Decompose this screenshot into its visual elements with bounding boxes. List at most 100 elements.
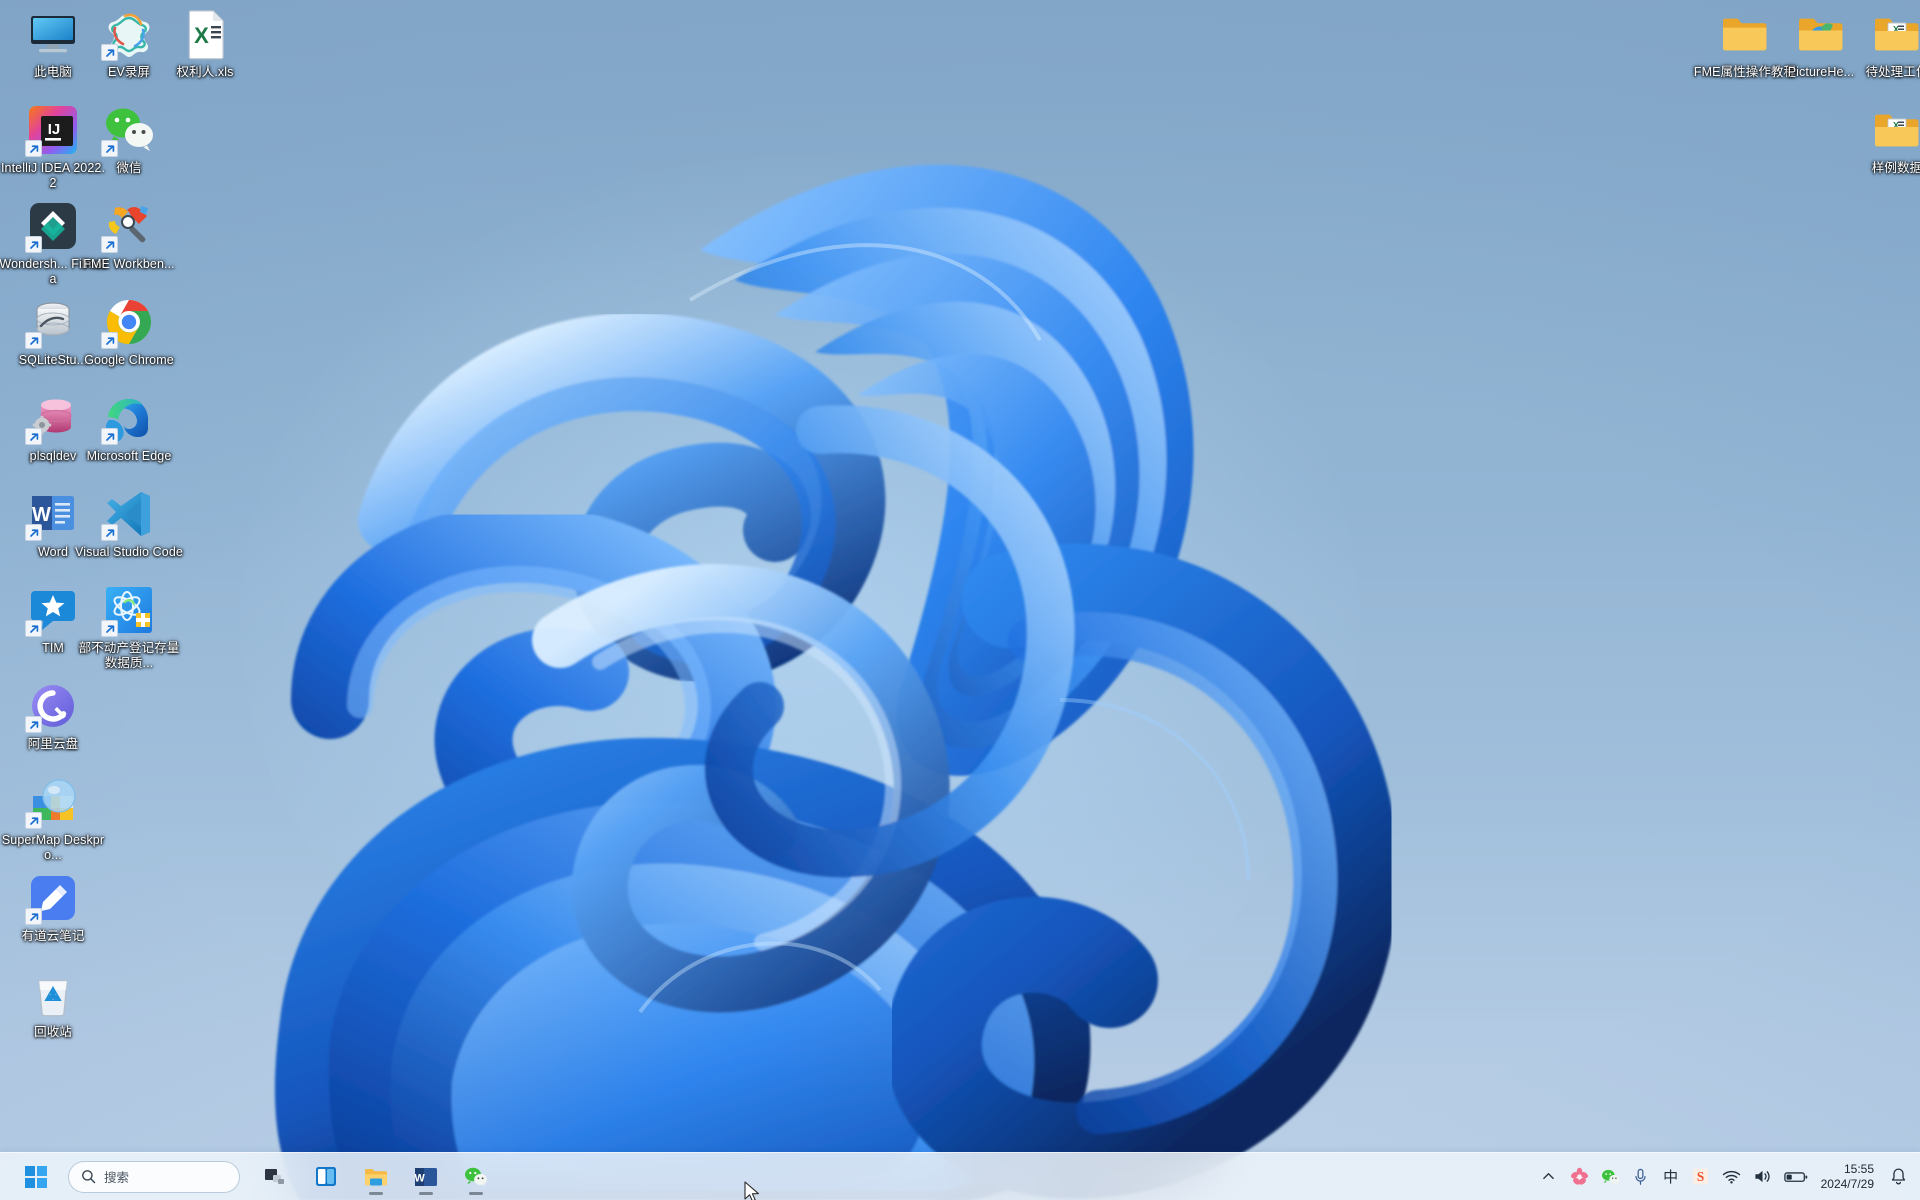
desktop-icon-label: plsqldev bbox=[29, 449, 77, 463]
tray-item-battery[interactable] bbox=[1779, 1159, 1813, 1195]
svg-text:S: S bbox=[1697, 1169, 1704, 1184]
shortcut-overlay-icon bbox=[25, 332, 42, 349]
desktop-icon-label: 部不动产登记存量数据质... bbox=[78, 641, 180, 670]
wallpaper-bloom-graphic bbox=[240, 150, 1398, 1200]
desktop-icon-wechat[interactable]: 微信 bbox=[74, 104, 184, 176]
desktop-icon-aliyun-drive[interactable]: 阿里云盘 bbox=[0, 680, 108, 752]
tray-item-network[interactable] bbox=[1717, 1159, 1746, 1195]
sogou-icon: S bbox=[1693, 1168, 1709, 1185]
desktop-icon-label: FME Workben... bbox=[83, 257, 175, 271]
tray-item-wechat[interactable] bbox=[1596, 1159, 1625, 1195]
shortcut-overlay-icon bbox=[25, 812, 42, 829]
desktop-icon-label: 阿里云盘 bbox=[27, 737, 79, 751]
desktop-icon-label: Microsoft Edge bbox=[86, 449, 172, 463]
sqlite-studio-icon bbox=[25, 296, 79, 349]
realestate-registry-app-icon bbox=[101, 584, 155, 637]
tray-item-ime-chinese[interactable]: 中 bbox=[1657, 1159, 1685, 1195]
chevron-up-icon bbox=[1543, 1173, 1554, 1180]
folder-documents-icon: X bbox=[1871, 104, 1920, 156]
tim-icon bbox=[25, 584, 79, 637]
desktop-icon-label: 回收站 bbox=[34, 1025, 72, 1039]
start-button[interactable] bbox=[14, 1157, 58, 1197]
aliyun-drive-icon bbox=[25, 680, 79, 733]
task-view-icon bbox=[265, 1168, 284, 1184]
folder-documents-icon: X bbox=[1871, 8, 1920, 60]
search-icon bbox=[82, 1170, 96, 1184]
visual-studio-code-icon bbox=[101, 488, 155, 541]
taskbar-item-widgets[interactable] bbox=[304, 1157, 348, 1197]
tray-item-volume[interactable] bbox=[1748, 1159, 1777, 1195]
desktop-icon-label: 有道云笔记 bbox=[21, 929, 85, 943]
svg-text:W: W bbox=[32, 504, 51, 526]
desktop-icon-label: TIM bbox=[42, 641, 64, 655]
desktop-wallpaper[interactable] bbox=[0, 0, 1920, 1200]
desktop-icon-label: Visual Studio Code bbox=[75, 545, 183, 559]
flower-tray-icon bbox=[1570, 1167, 1588, 1185]
youdao-note-icon bbox=[25, 872, 79, 925]
desktop-icon-label: 微信 bbox=[116, 161, 142, 175]
desktop-icon-folder-documents[interactable]: X 样例数据 bbox=[1842, 104, 1920, 176]
desktop-icon-folder-documents[interactable]: X 待处理工作 bbox=[1842, 8, 1920, 80]
shortcut-overlay-icon bbox=[25, 620, 42, 637]
wifi-icon bbox=[1722, 1170, 1740, 1184]
widgets-icon bbox=[316, 1167, 336, 1186]
volume-icon bbox=[1755, 1170, 1770, 1183]
search-placeholder: 搜索 bbox=[104, 1171, 130, 1185]
desktop-icon-microsoft-edge[interactable]: Microsoft Edge bbox=[74, 392, 184, 464]
shortcut-overlay-icon bbox=[101, 44, 118, 61]
ev-recorder-icon bbox=[101, 8, 155, 61]
bell-icon bbox=[1891, 1168, 1905, 1185]
tray-item-sogou[interactable]: S bbox=[1687, 1159, 1715, 1195]
wechat-icon bbox=[101, 104, 155, 157]
shortcut-overlay-icon bbox=[101, 524, 118, 541]
shortcut-overlay-icon bbox=[25, 908, 42, 925]
desktop-icon-label: 待处理工作 bbox=[1865, 65, 1920, 79]
taskbar-item-wechat[interactable] bbox=[454, 1157, 498, 1197]
filmora-icon bbox=[25, 200, 79, 253]
desktop-icon-label: 此电脑 bbox=[34, 65, 72, 79]
taskbar-item-file-explorer[interactable] bbox=[354, 1157, 398, 1197]
svg-text:IJ: IJ bbox=[48, 121, 61, 138]
desktop-icon-google-chrome[interactable]: Google Chrome bbox=[74, 296, 184, 368]
desktop-icon-realestate-registry-app[interactable]: 部不动产登记存量数据质... bbox=[74, 584, 184, 671]
shortcut-overlay-icon bbox=[101, 140, 118, 157]
tray-overflow-button[interactable] bbox=[1535, 1159, 1563, 1195]
desktop-icon-label: 权利人.xls bbox=[176, 65, 234, 79]
ime-chinese-icon: 中 bbox=[1663, 1169, 1679, 1186]
taskbar-search-box[interactable]: 搜索 bbox=[68, 1160, 240, 1193]
windows-logo-icon bbox=[25, 1165, 47, 1188]
tray-item-wondershare[interactable] bbox=[1565, 1159, 1594, 1195]
google-chrome-icon bbox=[101, 296, 155, 349]
desktop-icon-excel-file[interactable]: X 权利人.xls bbox=[150, 8, 260, 80]
shortcut-overlay-icon bbox=[101, 332, 118, 349]
microphone-icon bbox=[1635, 1168, 1646, 1185]
taskbar-item-word[interactable]: W bbox=[404, 1157, 448, 1197]
folder-icon bbox=[1719, 8, 1771, 60]
desktop-icon-label: Word bbox=[37, 545, 69, 559]
microsoft-edge-icon bbox=[101, 392, 155, 445]
desktop-icon-visual-studio-code[interactable]: Visual Studio Code bbox=[74, 488, 184, 560]
shortcut-overlay-icon bbox=[101, 620, 118, 637]
shortcut-overlay-icon bbox=[101, 428, 118, 445]
tray-item-microphone[interactable] bbox=[1627, 1159, 1655, 1195]
desktop-icon-youdao-note[interactable]: 有道云笔记 bbox=[0, 872, 108, 944]
taskbar-item-task-view[interactable] bbox=[254, 1157, 298, 1197]
notifications-button[interactable] bbox=[1884, 1159, 1912, 1195]
supermap-deskpro-icon bbox=[25, 776, 79, 829]
excel-file-icon: X bbox=[179, 8, 231, 60]
shortcut-overlay-icon bbox=[25, 140, 42, 157]
desktop-icon-recycle-bin[interactable]: 回收站 bbox=[0, 968, 108, 1040]
shortcut-overlay-icon bbox=[25, 428, 42, 445]
desktop-icon-fme-workbench[interactable]: FME Workben... bbox=[74, 200, 184, 272]
desktop-icon-supermap-deskpro[interactable]: SuperMap Deskpro... bbox=[0, 776, 108, 863]
intellij-idea-icon: IJ bbox=[25, 104, 79, 157]
shortcut-overlay-icon bbox=[25, 524, 42, 541]
taskbar: 搜索 W 中 S 15:55 2024/7/29 bbox=[0, 1152, 1920, 1200]
recycle-bin-icon bbox=[27, 968, 79, 1020]
folder-picture-icon bbox=[1795, 8, 1847, 60]
taskbar-clock[interactable]: 15:55 2024/7/29 bbox=[1815, 1159, 1882, 1195]
desktop-icon-label: 样例数据 bbox=[1871, 161, 1920, 175]
system-tray: 中 S 15:55 2024/7/29 bbox=[1535, 1153, 1912, 1200]
shortcut-overlay-icon bbox=[25, 716, 42, 733]
svg-text:X: X bbox=[194, 23, 209, 48]
